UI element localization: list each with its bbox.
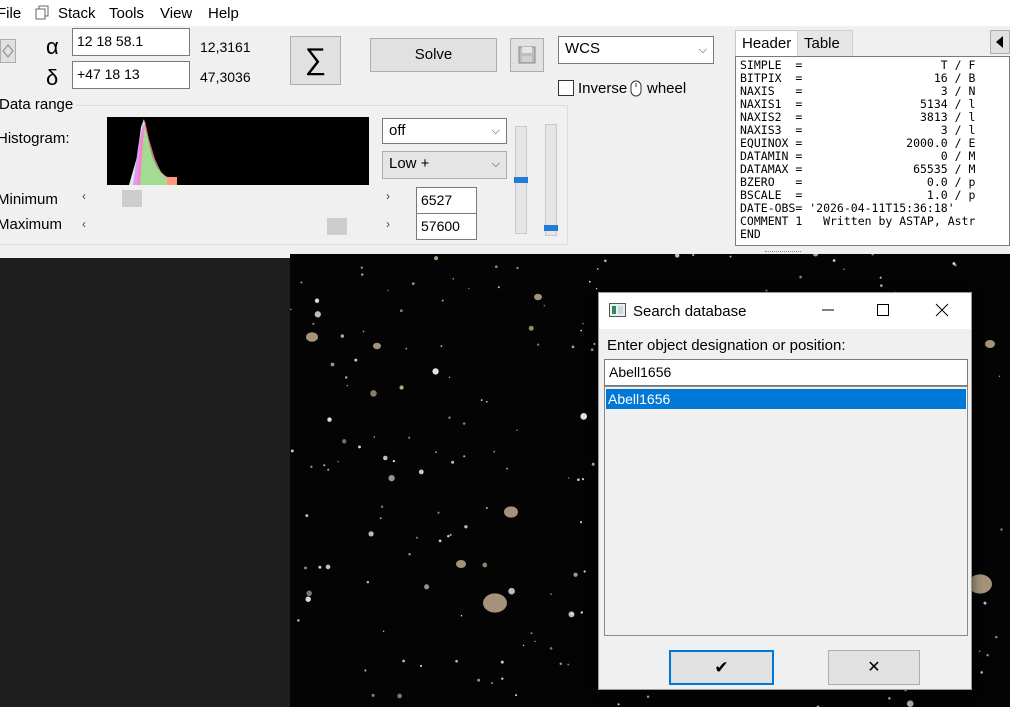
gamma-slider-thumb[interactable]	[544, 225, 558, 231]
checkmark-icon: ✔	[714, 658, 729, 677]
menu-stack[interactable]: Stack	[58, 5, 96, 22]
wcs-select-value: WCS	[565, 40, 600, 57]
menu-file[interactable]: File	[0, 5, 21, 22]
chevron-down-icon: ⌵	[698, 44, 707, 56]
minimize-icon	[822, 309, 834, 311]
close-icon	[935, 303, 949, 317]
range-select-value: Low +	[389, 155, 430, 172]
minimum-slider[interactable]: ‹ ›	[76, 188, 402, 208]
delta-symbol: δ	[46, 65, 59, 90]
stack-sum-button[interactable]: ∑	[290, 36, 341, 85]
minimum-slider-thumb[interactable]	[122, 190, 142, 207]
wheel-label: wheel	[647, 80, 687, 97]
diamond-icon	[2, 44, 14, 58]
gamma-slider[interactable]	[544, 124, 558, 236]
data-range-title: Data range	[0, 96, 77, 113]
results-list[interactable]: Abell1656	[604, 386, 968, 636]
range-select[interactable]: Low + ⌵	[382, 151, 507, 179]
ok-button[interactable]: ✔	[669, 650, 774, 685]
floppy-disk-icon	[518, 46, 536, 64]
chevron-down-icon: ⌵	[491, 125, 500, 137]
fits-header-line: COMMENT 1 Written by ASTAP, Astr	[740, 214, 976, 228]
ra-decimal: 12,3161	[200, 39, 251, 55]
menu-tools[interactable]: Tools	[109, 5, 144, 22]
saturation-slider-thumb[interactable]	[514, 177, 528, 183]
minimize-button[interactable]	[821, 303, 835, 317]
app-icon	[609, 303, 626, 317]
chevron-right-icon: ›	[386, 217, 390, 231]
menu-help[interactable]: Help	[208, 5, 239, 22]
histogram-display	[107, 117, 369, 185]
minimum-label: Minimum	[0, 191, 58, 208]
chevron-down-icon: ⌵	[491, 158, 500, 170]
maximize-button[interactable]	[876, 303, 890, 317]
maximize-icon	[877, 304, 889, 316]
image-background	[0, 258, 290, 707]
close-button[interactable]	[935, 303, 949, 317]
histogram-label: Histogram:	[0, 130, 70, 147]
dialog-prompt: Enter object designation or position:	[607, 337, 846, 354]
stretch-select-value: off	[389, 122, 406, 139]
save-button[interactable]	[510, 38, 544, 72]
alpha-symbol: α	[46, 34, 59, 59]
maximum-input[interactable]: 57600	[416, 213, 477, 240]
stack-icon	[35, 5, 49, 20]
ra-input[interactable]: 12 18 58.1	[72, 28, 190, 56]
dialog-title: Search database	[633, 303, 747, 320]
dec-input[interactable]: +47 18 13	[72, 61, 190, 89]
chevron-right-icon: ›	[386, 189, 390, 203]
inverse-checkbox[interactable]	[558, 80, 574, 96]
menu-view[interactable]: View	[160, 5, 192, 22]
maximum-label: Maximum	[0, 216, 63, 233]
close-icon: ✕	[867, 659, 881, 676]
fits-header-line: END	[740, 227, 761, 241]
saturation-slider[interactable]	[514, 126, 528, 234]
search-database-dialog: Search database Enter object designation…	[598, 292, 972, 690]
maximum-slider[interactable]: ‹ ›	[76, 216, 402, 236]
wcs-select[interactable]: WCS ⌵	[558, 36, 714, 64]
chevron-left-icon: ‹	[82, 189, 86, 203]
triangle-left-icon	[996, 36, 1003, 48]
solve-button[interactable]: Solve	[370, 38, 497, 72]
menu-bar: File Stack Tools View Help	[0, 0, 1010, 26]
tab-header[interactable]: Header	[735, 30, 799, 56]
dec-decimal: 47,3036	[200, 69, 251, 85]
stretch-select[interactable]: off ⌵	[382, 118, 507, 144]
fits-header-panel[interactable]: SIMPLE = T / F BITPIX = 16 / B NAXIS = 3 /…	[735, 56, 1010, 246]
list-item[interactable]: Abell1656	[606, 389, 966, 409]
minimum-input[interactable]: 6527	[416, 187, 477, 214]
maximum-slider-thumb[interactable]	[327, 218, 347, 235]
cancel-button[interactable]: ✕	[828, 650, 920, 685]
chevron-left-icon: ‹	[82, 217, 86, 231]
inverse-label: Inverse	[578, 80, 628, 97]
pan-button[interactable]	[0, 39, 16, 63]
tab-table[interactable]: Table	[797, 30, 853, 56]
scroll-left-button[interactable]	[990, 30, 1010, 54]
dialog-titlebar: Search database	[599, 293, 971, 329]
object-search-input[interactable]: Abell1656	[604, 359, 968, 386]
mouse-icon	[630, 80, 642, 97]
